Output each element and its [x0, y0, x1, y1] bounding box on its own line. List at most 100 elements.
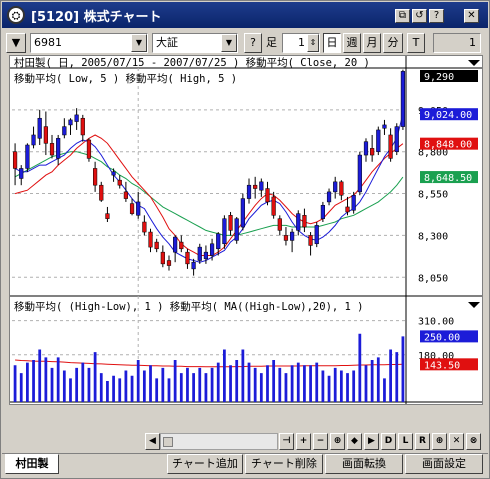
stock-code-input[interactable]: 6981 ▼ [30, 33, 148, 53]
price-value-label: 8,648.50 [424, 173, 472, 184]
t-button[interactable]: T [407, 33, 425, 53]
range-bar [56, 357, 60, 402]
candle-body [148, 231, 153, 248]
reset-icon[interactable]: ⊗ [466, 433, 481, 450]
tab-add-chart[interactable]: チャート追加 [167, 454, 243, 474]
range-bar [376, 357, 380, 402]
tab-delete-chart[interactable]: チャート削除 [245, 454, 323, 474]
lower-tick-label: 310.00 [418, 317, 454, 328]
range-bar [198, 367, 202, 402]
refresh-icon[interactable]: ↺ [412, 9, 427, 23]
range-bar [364, 365, 368, 402]
range-bar [130, 375, 134, 402]
candle-body [271, 196, 276, 216]
candle-body [246, 184, 252, 199]
candle-body [160, 251, 165, 265]
candle-body [136, 201, 141, 216]
next-icon[interactable]: ▶ [364, 433, 379, 450]
l-button[interactable]: L [398, 433, 413, 450]
range-bar [179, 373, 183, 402]
scrollbar-thumb[interactable] [163, 437, 173, 447]
candle-body [12, 151, 18, 169]
scrollbar-track[interactable] [160, 433, 278, 450]
chevron-down-icon[interactable]: ▼ [221, 34, 237, 52]
range-bar [69, 378, 72, 402]
candle-body [117, 179, 122, 186]
range-bar [272, 360, 276, 402]
unit-week-button[interactable]: 週 [343, 33, 361, 53]
tab-murata[interactable]: 村田製 [5, 454, 59, 474]
candle-body [142, 221, 147, 233]
d-button[interactable]: D [381, 433, 396, 450]
period-input[interactable]: 1 ⇕ [282, 33, 320, 53]
diamond-icon[interactable]: ◆ [347, 433, 362, 450]
candle-body [234, 218, 239, 241]
range-bar [155, 378, 159, 402]
range-bar [247, 362, 251, 402]
candle-body [265, 188, 270, 203]
candle-body [123, 191, 128, 199]
range-bar [333, 367, 337, 402]
candle-body [400, 71, 406, 127]
zoom-icon[interactable]: ⊕ [432, 433, 447, 450]
range-bar [118, 378, 122, 402]
zoom-move-icon[interactable]: ⊕ [330, 433, 345, 450]
menu-dropdown-icon[interactable]: ▼ [6, 33, 26, 53]
tab-screen-settings[interactable]: 画面設定 [405, 454, 483, 474]
chart-header-2: 移動平均( Low, 5 ) 移動平均( High, 5 ) [14, 72, 237, 85]
scroll-row: ◀ ⊣ + − ⊕ ◆ ▶ D L R ⊕ ✕ ⊗ [9, 433, 483, 451]
range-bar [112, 375, 115, 402]
unit-minute-button[interactable]: 分 [383, 33, 403, 53]
range-bar [296, 362, 300, 402]
candle-body [283, 235, 289, 241]
scroll-left-icon[interactable]: ◀ [145, 433, 160, 450]
range-bar [278, 367, 282, 402]
right-field[interactable]: 1 [433, 33, 481, 53]
range-bar [253, 367, 257, 402]
tab-switch-screen[interactable]: 画面転換 [325, 454, 403, 474]
app-logo-icon: ⛭ [7, 6, 25, 24]
chevron-down-icon[interactable]: ▼ [131, 34, 147, 52]
range-bar [38, 349, 42, 402]
help-question-button[interactable]: ? [244, 33, 262, 53]
range-bar [352, 370, 356, 402]
range-bar [346, 373, 349, 402]
candle-body [86, 139, 92, 159]
unit-month-button[interactable]: 月 [363, 33, 381, 53]
candle-body [259, 181, 264, 191]
chart-area[interactable]: 9,0508,8008,5508,3008,05007/059,2909,024… [9, 55, 483, 405]
candle-body [351, 194, 356, 211]
close-panel-icon[interactable]: ✕ [449, 433, 464, 450]
range-bar [32, 360, 35, 402]
candle-body [339, 181, 344, 196]
range-bar [266, 365, 269, 402]
help-button[interactable]: ? [429, 9, 444, 23]
candle-body [25, 144, 30, 169]
range-bar [339, 370, 343, 402]
r-button[interactable]: R [415, 433, 430, 450]
first-icon[interactable]: ⊣ [279, 433, 294, 450]
range-bar [229, 365, 232, 402]
candle-body [363, 141, 369, 156]
remove-icon[interactable]: − [313, 433, 328, 450]
spin-icon[interactable]: ⇕ [307, 34, 319, 52]
unit-day-button[interactable]: 日 [323, 33, 341, 53]
restore-icon[interactable]: ⧉ [395, 9, 410, 23]
candle-body [216, 233, 221, 250]
close-icon[interactable]: ✕ [464, 9, 479, 23]
lower-value-label: 250.00 [424, 332, 460, 343]
candle-body [37, 117, 42, 139]
range-ma-line [15, 359, 403, 368]
candle-body [320, 205, 325, 219]
tab-bar: 村田製 チャート追加 チャート削除 画面転換 画面設定 [2, 453, 488, 477]
foot-label: 足 [266, 36, 277, 49]
market-value: 大証 [156, 36, 178, 49]
range-bar [44, 357, 48, 402]
add-icon[interactable]: + [296, 433, 311, 450]
candle-body [43, 126, 48, 144]
range-bar [284, 373, 288, 402]
range-bar [99, 373, 103, 402]
candle-body [203, 251, 209, 260]
market-select[interactable]: 大証 ▼ [152, 33, 238, 53]
candle-body [179, 241, 184, 250]
